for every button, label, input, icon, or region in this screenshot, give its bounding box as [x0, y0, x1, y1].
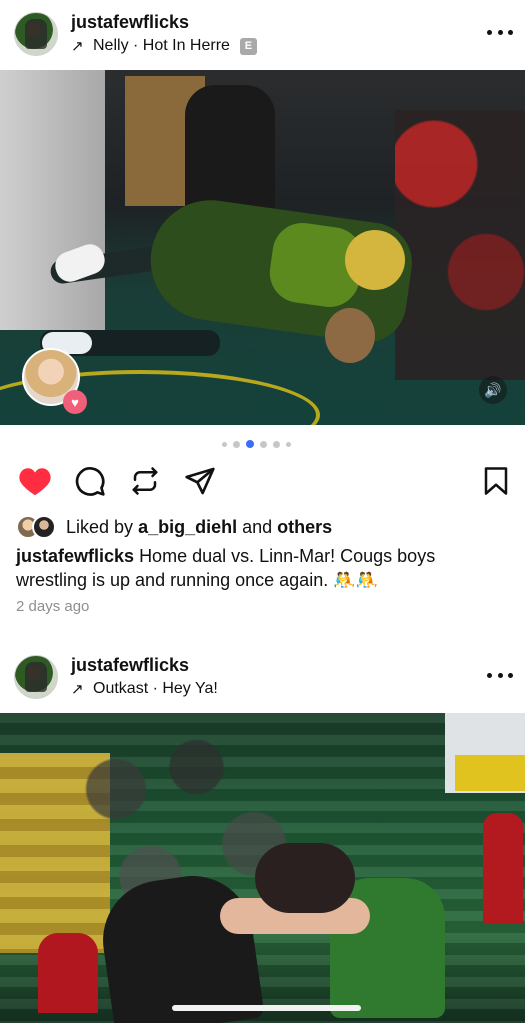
arrow-icon: ↗: [71, 681, 84, 698]
post-header: justafewflicks ↗ Outkast · Hey Ya!: [0, 643, 525, 713]
carousel-dot-active: [246, 440, 254, 448]
carousel-dot: [286, 441, 291, 447]
username[interactable]: justafewflicks: [71, 12, 189, 33]
more-icon[interactable]: [487, 665, 513, 685]
caption-username[interactable]: justafewflicks: [16, 546, 134, 566]
save-button[interactable]: [479, 464, 513, 498]
carousel-dot: [273, 440, 280, 448]
caption: justafewflicks Home dual vs. Linn-Mar! C…: [16, 544, 511, 592]
more-icon[interactable]: [487, 22, 513, 42]
liked-by[interactable]: Liked by a_big_diehl and others: [16, 515, 332, 539]
liker-avatars: [16, 515, 60, 539]
carousel-dot: [222, 441, 227, 447]
bookmark-icon: [484, 467, 508, 495]
music-title: Outkast · Hey Ya!: [93, 680, 218, 697]
post-timestamp: 2 days ago: [16, 598, 90, 615]
post-actions: [0, 460, 525, 504]
avatar[interactable]: [14, 655, 58, 699]
liked-by-others[interactable]: others: [277, 517, 332, 538]
post-header: justafewflicks ↗ Nelly · Hot In Herre E: [0, 0, 525, 70]
post-photo[interactable]: [0, 713, 525, 1023]
heart-icon: ♥: [63, 390, 87, 414]
liked-by-user[interactable]: a_big_diehl: [138, 517, 237, 538]
username[interactable]: justafewflicks: [71, 655, 189, 676]
repost-button[interactable]: [128, 464, 162, 498]
carousel-dot: [233, 440, 240, 448]
home-indicator[interactable]: [172, 1005, 361, 1011]
liked-by-and: and: [242, 516, 273, 537]
comment-button[interactable]: [73, 464, 107, 498]
music-link[interactable]: ↗ Outkast · Hey Ya!: [71, 680, 218, 698]
like-button[interactable]: [18, 464, 52, 498]
liked-by-prefix: Liked by: [66, 516, 134, 537]
music-title: Nelly · Hot In Herre: [93, 37, 230, 54]
carousel-indicator: [222, 440, 291, 448]
speaker-icon[interactable]: 🔊: [479, 376, 507, 404]
heart-icon: [19, 468, 51, 496]
music-link[interactable]: ↗ Nelly · Hot In Herre E: [71, 37, 257, 55]
explicit-badge: E: [239, 37, 257, 55]
repost-icon: [132, 467, 158, 495]
post-photo[interactable]: ♥ 🔊: [0, 70, 525, 425]
send-icon: [185, 467, 215, 495]
share-button[interactable]: [183, 464, 217, 498]
arrow-icon: ↗: [71, 38, 84, 55]
comment-icon: [75, 467, 105, 496]
avatar[interactable]: [14, 12, 58, 56]
carousel-dot: [260, 440, 267, 448]
